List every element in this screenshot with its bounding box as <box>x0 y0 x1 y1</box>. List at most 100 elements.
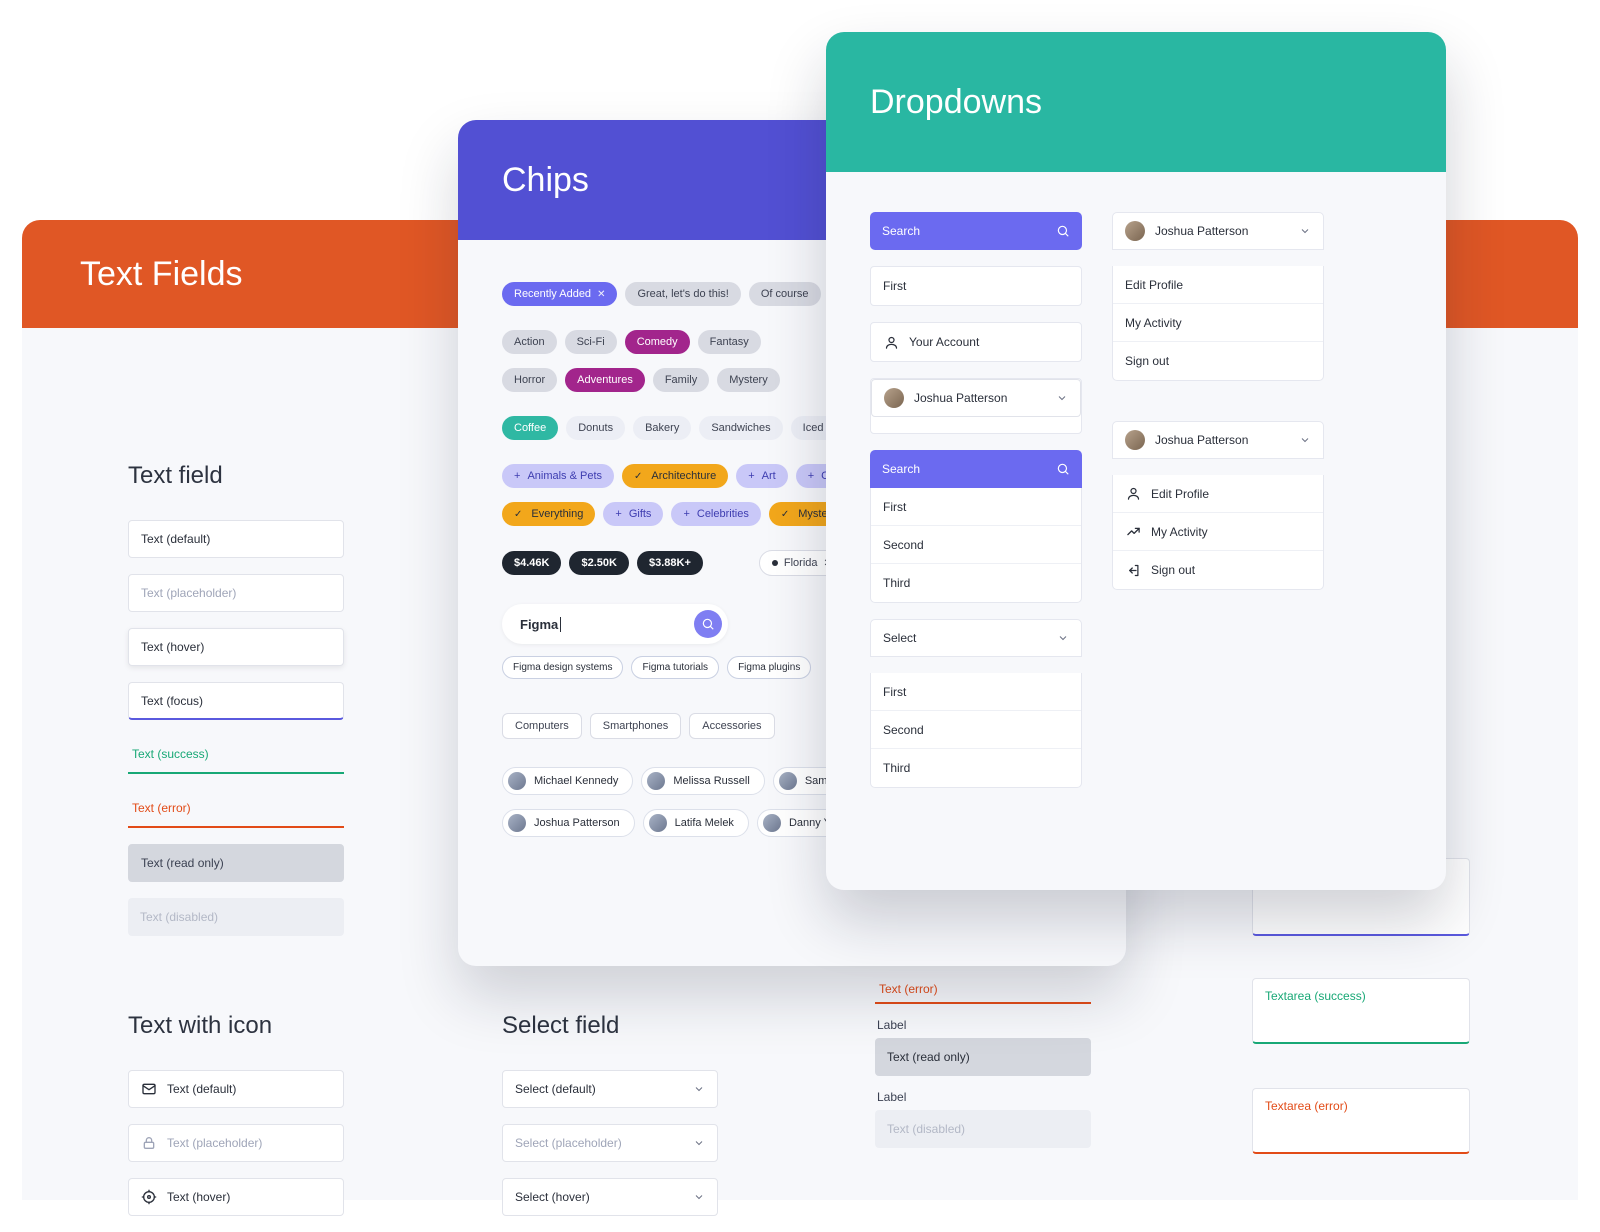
chip-topic[interactable]: Gifts <box>603 502 663 526</box>
dropdowns-card: Dropdowns Search First Your Account Josh… <box>826 32 1446 890</box>
chip-genre[interactable]: Action <box>502 330 557 354</box>
textfield-icon-hover[interactable]: Text (hover) <box>128 1178 344 1216</box>
search-suggestion[interactable]: Figma tutorials <box>631 656 719 679</box>
textarea-success[interactable]: Textarea (success) <box>1252 978 1470 1044</box>
sign-out-icon <box>1125 562 1141 578</box>
chip-genre[interactable]: Horror <box>502 368 557 392</box>
dropdown-option[interactable]: First <box>871 673 1081 711</box>
chip-food-selected[interactable]: Coffee <box>502 416 558 440</box>
dropdown-option-first[interactable]: First <box>870 266 1082 306</box>
chip-category[interactable]: Smartphones <box>590 713 681 739</box>
right-text-readonly: Text (read only) <box>875 1038 1091 1076</box>
chevron-down-icon <box>1056 392 1068 404</box>
menu-edit-profile-icon[interactable]: Edit Profile <box>1113 475 1323 513</box>
select-default[interactable]: Select (default) <box>502 1070 718 1108</box>
chip-genre[interactable]: Mystery <box>717 368 780 392</box>
chip-topic[interactable]: Animals & Pets <box>502 464 614 488</box>
select-placeholder[interactable]: Select (placeholder) <box>502 1124 718 1162</box>
chevron-down-icon <box>1299 434 1311 446</box>
user-icon <box>883 334 899 350</box>
right-text-error[interactable]: Text (error) <box>875 976 1091 1004</box>
textfield-placeholder[interactable]: Text (placeholder) <box>128 574 344 612</box>
search-suggestion[interactable]: Figma design systems <box>502 656 623 679</box>
avatar <box>884 388 904 408</box>
search-suggestion[interactable]: Figma plugins <box>727 656 811 679</box>
dropdown-option[interactable]: Second <box>871 526 1081 564</box>
chip-category[interactable]: Computers <box>502 713 582 739</box>
chip-price[interactable]: $2.50K <box>569 551 628 575</box>
menu-sign-out-icon[interactable]: Sign out <box>1113 551 1323 589</box>
dropdown-select-open: Select First Second Third <box>870 619 1082 788</box>
textfield-readonly: Text (read only) <box>128 844 344 882</box>
chip-category[interactable]: Accessories <box>689 713 774 739</box>
avatar <box>508 772 526 790</box>
select-hover[interactable]: Select (hover) <box>502 1178 718 1216</box>
dropdowns-left-col: Search First Your Account Joshua Patters… <box>870 212 1082 788</box>
user-menu-2: Joshua Patterson Edit Profile My Activit… <box>1112 421 1324 590</box>
avatar <box>649 814 667 832</box>
search-icon <box>1056 462 1070 476</box>
lock-icon <box>141 1135 157 1151</box>
textfield-hover[interactable]: Text (hover) <box>128 628 344 666</box>
menu-sign-out[interactable]: Sign out <box>1113 342 1323 380</box>
chip-food[interactable]: Donuts <box>566 416 625 440</box>
textfield-success[interactable]: Text (success) <box>128 736 344 774</box>
dropdown-search-open: Search First Second Third <box>870 450 1082 603</box>
dropdown-option[interactable]: Third <box>871 749 1081 787</box>
dropdowns-title: Dropdowns <box>870 83 1042 122</box>
chip-topic[interactable]: Celebrities <box>671 502 760 526</box>
textfield-icon-placeholder[interactable]: Text (placeholder) <box>128 1124 344 1162</box>
dropdown-search-header-2[interactable]: Search <box>870 450 1082 488</box>
chip-person[interactable]: Michael Kennedy <box>502 767 633 795</box>
chip-person[interactable]: Melissa Russell <box>641 767 764 795</box>
avatar <box>1125 221 1145 241</box>
chip-price[interactable]: $3.88K+ <box>637 551 703 575</box>
user-menu-header[interactable]: Joshua Patterson <box>1112 212 1324 250</box>
chip-genre[interactable]: Family <box>653 368 709 392</box>
avatar <box>508 814 526 832</box>
text-fields-title: Text Fields <box>80 255 243 294</box>
chip-suggestion[interactable]: Of course <box>749 282 821 306</box>
chip-topic-checked[interactable]: Architechture <box>622 464 728 488</box>
dropdowns-header: Dropdowns <box>826 32 1446 172</box>
user-menu-2-header[interactable]: Joshua Patterson <box>1112 421 1324 459</box>
search-pill[interactable]: Figma <box>502 604 728 644</box>
chip-genre-selected[interactable]: Comedy <box>625 330 690 354</box>
textfield-default[interactable]: Text (default) <box>128 520 344 558</box>
dropdown-option[interactable]: Third <box>871 564 1081 602</box>
chip-person[interactable]: Joshua Patterson <box>502 809 635 837</box>
dropdown-option[interactable]: First <box>871 488 1081 526</box>
chip-recently-added[interactable]: Recently Added✕ <box>502 282 617 306</box>
avatar <box>1125 430 1145 450</box>
chip-food[interactable]: Bakery <box>633 416 691 440</box>
text-field-column: Text field Text (default) Text (placehol… <box>128 462 344 952</box>
avatar <box>647 772 665 790</box>
text-with-icon-section-title: Text with icon <box>128 1012 344 1040</box>
dropdown-select-header[interactable]: Select <box>870 619 1082 657</box>
chip-person[interactable]: Latifa Melek <box>643 809 749 837</box>
close-icon[interactable]: ✕ <box>597 289 605 300</box>
menu-edit-profile[interactable]: Edit Profile <box>1113 266 1323 304</box>
chip-genre[interactable]: Sci-Fi <box>565 330 617 354</box>
dropdown-user-select[interactable]: Joshua Patterson <box>870 378 1082 434</box>
search-icon <box>701 617 715 631</box>
textarea-error[interactable]: Textarea (error) <box>1252 1088 1470 1154</box>
dropdown-your-account[interactable]: Your Account <box>870 322 1082 362</box>
chip-topic[interactable]: Art <box>736 464 788 488</box>
dropdown-option[interactable]: Second <box>871 711 1081 749</box>
chip-topic-checked[interactable]: Everything <box>502 502 595 526</box>
textfield-icon-default[interactable]: Text (default) <box>128 1070 344 1108</box>
chevron-down-icon <box>693 1191 705 1203</box>
chip-price[interactable]: $4.46K <box>502 551 561 575</box>
menu-my-activity-icon[interactable]: My Activity <box>1113 513 1323 551</box>
search-button[interactable] <box>694 610 722 638</box>
menu-my-activity[interactable]: My Activity <box>1113 304 1323 342</box>
chips-title: Chips <box>502 161 589 200</box>
dropdown-search-header[interactable]: Search <box>870 212 1082 250</box>
chip-suggestion[interactable]: Great, let's do this! <box>625 282 740 306</box>
chip-genre-selected[interactable]: Adventures <box>565 368 645 392</box>
textfield-focus[interactable]: Text (focus) <box>128 682 344 720</box>
textfield-error[interactable]: Text (error) <box>128 790 344 828</box>
chip-genre[interactable]: Fantasy <box>698 330 761 354</box>
chip-food[interactable]: Sandwiches <box>699 416 782 440</box>
